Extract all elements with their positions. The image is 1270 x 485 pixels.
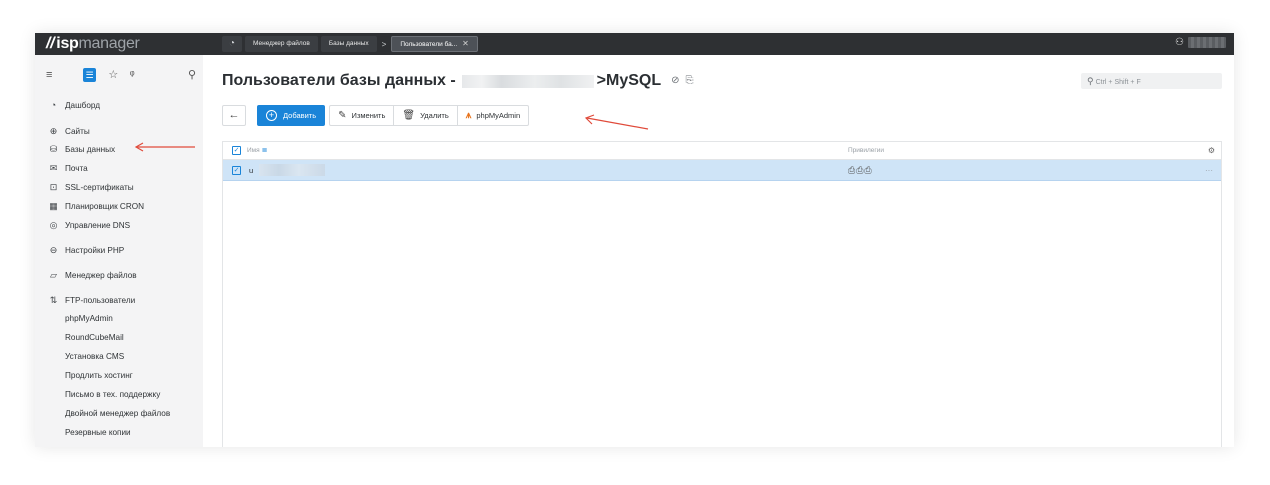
sidebar-item-databases[interactable]: ⛁ Базы данных (46, 142, 115, 156)
privileges-cell: ⎙⎙⎙ (848, 160, 873, 181)
delete-button[interactable]: 🗑 Удалить (394, 106, 458, 125)
plus-circle-icon: + (266, 110, 277, 121)
back-button[interactable]: ← (222, 105, 246, 126)
sidebar-item-php[interactable]: ⊖ Настройки PHP (46, 243, 125, 257)
sort-icon: ≣ (261, 147, 268, 154)
row-more-icon[interactable]: ··· (1205, 160, 1213, 181)
sidebar: ≡ ☰ ☆ ᵠ ⚲ ◔ Дашборд ⊕ Сайты ⛁ Базы данных ✉… (35, 55, 203, 447)
php-icon: ⊖ (49, 244, 58, 255)
globe-icon: ⊕ (49, 125, 58, 136)
favorites-icon[interactable]: ᵠ (130, 68, 188, 82)
row-checkbox[interactable]: ✓ (232, 166, 241, 175)
sidebar-item-dashboard[interactable]: ◔ Дашборд (46, 98, 100, 112)
app-window: //ispmanager ◔ Менеджер файлов Базы данн… (35, 33, 1234, 447)
toolbar: ← + Добавить ✎ Изменить 🗑 Удалить ⩚ phpMyAdm… (222, 105, 530, 126)
sidebar-item-file-manager[interactable]: ▱ Менеджер файлов (46, 268, 137, 282)
sidebar-item-ftp[interactable]: ⇅ FTP-пользователи (46, 293, 135, 307)
column-header-name[interactable]: Имя ≣ (247, 142, 268, 160)
user-name-redacted (259, 164, 325, 176)
logo[interactable]: //ispmanager (46, 34, 140, 54)
ftp-icon: ⇅ (49, 294, 58, 305)
table-header: ✓ Имя ≣ Привилегии ⚙ (223, 142, 1221, 160)
tab-database-users[interactable]: Пользователи ба... ✕ (391, 36, 478, 52)
privilege-icon: ⎙ (848, 165, 857, 175)
lock-icon: ⊡ (49, 181, 58, 192)
sidebar-link-extend-hosting[interactable]: Продлить хостинг (65, 369, 133, 383)
dashboard-icon: ◔ (50, 100, 57, 110)
search-icon[interactable]: ⚲ (188, 68, 196, 82)
sidebar-link-phpmyadmin[interactable]: phpMyAdmin (65, 312, 113, 326)
username-redacted (1188, 37, 1226, 48)
phpmyadmin-button[interactable]: ⩚ phpMyAdmin (458, 106, 528, 125)
trash-icon: 🗑 (402, 110, 416, 121)
sidebar-link-support-letter[interactable]: Письмо в тех. поддержку (65, 388, 160, 402)
phpmyadmin-icon: ⩚ (465, 110, 472, 121)
sidebar-toolbar: ≡ ☰ ☆ ᵠ ⚲ (46, 68, 196, 82)
add-button[interactable]: + Добавить (257, 105, 326, 126)
tab-bar: ◔ Менеджер файлов Базы данных > Пользова… (222, 36, 481, 52)
dns-icon: ◎ (49, 219, 58, 230)
privilege-icon: ⎙ (864, 165, 873, 175)
sidebar-item-mail[interactable]: ✉ Почта (46, 161, 88, 175)
database-name-redacted (461, 74, 594, 88)
sidebar-item-dns[interactable]: ◎ Управление DNS (46, 218, 131, 232)
star-icon[interactable]: ☆ (108, 68, 129, 82)
table-row[interactable]: ✓ u ⎙⎙⎙ ··· (223, 160, 1221, 181)
close-icon[interactable]: ✕ (462, 39, 469, 48)
user-menu[interactable]: ⚇ (1175, 37, 1226, 48)
dashboard-icon[interactable]: ◔ (222, 36, 242, 52)
action-button-group: ✎ Изменить 🗑 Удалить ⩚ phpMyAdmin (329, 105, 530, 126)
database-icon: ⛁ (49, 143, 58, 154)
top-bar: //ispmanager ◔ Менеджер файлов Базы данн… (35, 33, 1234, 55)
sidebar-item-cron[interactable]: ▦ Планировщик CRON (46, 199, 144, 213)
edit-button[interactable]: ✎ Изменить (330, 106, 395, 125)
search-icon: ⚲ (1087, 76, 1094, 86)
sidebar-item-ssl[interactable]: ⊡ SSL-сертификаты (46, 180, 134, 194)
menu-icon[interactable]: ≡ (46, 68, 83, 82)
copy-icon[interactable]: ⎘ (686, 71, 694, 91)
sidebar-item-sites[interactable]: ⊕ Сайты (46, 124, 90, 138)
main-content: Пользователи базы данных - >MySQL ⊘ ⎘ ⚲ C… (203, 55, 1234, 447)
sidebar-link-backups[interactable]: Резервные копии (65, 426, 131, 440)
sidebar-link-install-cms[interactable]: Установка CMS (65, 350, 124, 364)
tab-separator: > (381, 39, 387, 49)
search-input[interactable]: ⚲ Ctrl + Shift + F (1081, 73, 1222, 89)
link-icon[interactable]: ⊘ (671, 71, 679, 91)
calendar-icon: ▦ (49, 200, 58, 211)
folder-icon: ▱ (50, 269, 57, 280)
tab-file-manager[interactable]: Менеджер файлов (245, 36, 318, 52)
pencil-icon: ✎ (338, 110, 347, 121)
sidebar-link-roundcube[interactable]: RoundCubeMail (65, 331, 124, 345)
select-all-checkbox[interactable]: ✓ (232, 146, 241, 155)
column-header-privileges[interactable]: Привилегии (848, 142, 884, 160)
list-icon[interactable]: ☰ (82, 68, 97, 82)
page-title: Пользователи базы данных - >MySQL ⊘ ⎘ (222, 71, 694, 91)
sidebar-link-dual-file-manager[interactable]: Двойной менеджер файлов (65, 407, 170, 421)
mail-icon: ✉ (49, 162, 58, 173)
user-name-cell: u (249, 166, 254, 175)
user-icon: ⚇ (1175, 37, 1184, 48)
gear-icon[interactable]: ⚙ (1208, 142, 1215, 160)
users-table: ✓ Имя ≣ Привилегии ⚙ ✓ u ⎙⎙⎙ ··· (222, 141, 1222, 447)
tab-databases[interactable]: Базы данных (320, 36, 377, 52)
